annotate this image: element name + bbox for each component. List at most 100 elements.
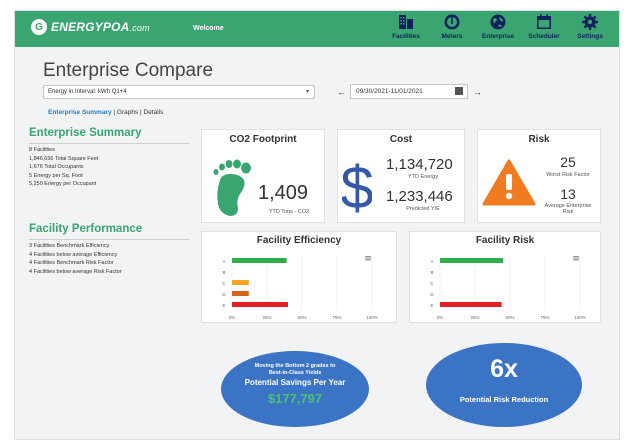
category-label: E xyxy=(222,303,225,308)
page-title: Enterprise Compare xyxy=(43,60,214,81)
globe-icon xyxy=(490,14,506,30)
summary-line: 1,846,656 Total Square Feet xyxy=(29,155,99,162)
svg-text:$: $ xyxy=(342,154,372,218)
nav-settings[interactable]: Settings xyxy=(567,13,613,40)
savings-line-1: Moving the Bottom 2 grades to xyxy=(254,363,336,369)
date-range-input[interactable]: 09/30/2021-11/01/2021 xyxy=(350,84,468,99)
category-label: D xyxy=(222,292,226,297)
tab-enterprise-summary[interactable]: Enterprise Summary xyxy=(48,109,112,116)
summary-line: 1,676 Total Occupants xyxy=(29,164,84,170)
app-frame: G ENERGYPOA.com Welcome Facilities Meter… xyxy=(14,10,620,440)
bar xyxy=(232,258,287,263)
risk-reduction-value: 6x xyxy=(490,355,518,383)
date-range-value: 09/30/2021-11/01/2021 xyxy=(356,88,423,95)
calendar-picker-icon[interactable] xyxy=(455,87,463,95)
bar xyxy=(232,291,249,296)
co2-label: YTD Tons - CO2 xyxy=(268,209,310,215)
tab-graphs[interactable]: Graphs xyxy=(117,109,138,116)
x-tick-label: 75% xyxy=(540,315,549,320)
enterprise-summary-heading: Enterprise Summary xyxy=(29,127,142,139)
dollar-icon: $ xyxy=(342,154,372,218)
x-tick-label: 0% xyxy=(437,315,444,320)
facility-risk-chart: 0% 25% 50% 75% 100% A B C D E ≡ xyxy=(430,254,585,320)
co2-card-title: CO2 Footprint xyxy=(229,134,297,145)
risk-card: Risk 25 Worst Risk Factor 13 Average Ent… xyxy=(477,129,601,223)
x-tick-label: 100% xyxy=(366,315,378,320)
nav-enterprise[interactable]: Enterprise xyxy=(475,13,521,40)
performance-stats: 3 Facilities Benchmark Efficiency 4 Faci… xyxy=(29,242,122,276)
x-tick-label: 50% xyxy=(505,315,514,320)
risk-card-title: Risk xyxy=(528,134,550,145)
nav-label: Facilities xyxy=(392,33,420,40)
performance-line: 3 Facilities Benchmark Efficiency xyxy=(29,243,110,249)
chevron-down-icon: ▾ xyxy=(305,89,309,95)
calendar-icon xyxy=(537,14,551,29)
gear-icon xyxy=(582,14,598,30)
top-bar: G ENERGYPOA.com Welcome Facilities Meter… xyxy=(15,11,619,47)
x-tick-label: 50% xyxy=(297,315,306,320)
performance-line: 4 Facilities below average Efficiency xyxy=(29,251,118,258)
logo-mark: G xyxy=(31,19,47,35)
performance-line: 4 Facilities below average Risk Factor xyxy=(29,268,122,275)
category-label: C xyxy=(222,281,226,286)
savings-line-2: Best-in-Class Yields xyxy=(268,370,322,376)
category-label: A xyxy=(430,259,433,264)
performance-line: 4 Facilities Benchmark Risk Factor xyxy=(29,260,114,266)
co2-value: 1,409 xyxy=(258,182,309,204)
nav-label: Scheduler xyxy=(528,33,560,40)
x-tick-label: 25% xyxy=(262,315,271,320)
bar xyxy=(440,258,503,263)
divider xyxy=(29,239,189,240)
summary-stats: 8 Facilities 1,846,656 Total Square Feet… xyxy=(29,146,98,189)
risk-worst-value: 25 xyxy=(560,154,576,170)
co2-footprint-card: CO2 Footprint 1,409 YTD Tons - CO2 xyxy=(201,129,325,223)
savings-title: Potential Savings Per Year xyxy=(244,378,346,387)
nav-label: Meters xyxy=(441,33,463,40)
category-label: C xyxy=(430,281,434,286)
tab-details[interactable]: Details xyxy=(144,109,164,116)
chart-menu-icon[interactable]: ≡ xyxy=(572,254,580,264)
x-tick-label: 0% xyxy=(229,315,236,320)
nav-label: Enterprise xyxy=(481,33,515,40)
risk-average-value: 13 xyxy=(560,186,576,202)
cost-ytd-label: YTD Energy xyxy=(408,174,438,180)
next-period-button[interactable]: → xyxy=(473,85,482,99)
x-tick-label: 75% xyxy=(332,315,341,320)
logo-text: ENERGYPOA.com xyxy=(51,20,150,34)
nav-facilities[interactable]: Facilities xyxy=(383,13,429,40)
savings-bubble: Moving the Bottom 2 grades to Best-in-Cl… xyxy=(221,351,369,427)
bar xyxy=(232,302,288,307)
risk-average-label: Average Enterprise Risk xyxy=(544,203,592,215)
category-label: A xyxy=(222,259,225,264)
cost-predicted-label: Predicted Y/E xyxy=(406,206,440,212)
prev-period-button[interactable]: ← xyxy=(337,85,346,99)
footprint-icon xyxy=(213,159,251,216)
cost-card-title: Cost xyxy=(389,134,413,145)
welcome-text: Welcome xyxy=(193,25,224,32)
category-label: B xyxy=(430,270,433,275)
facility-performance-heading: Facility Performance xyxy=(29,223,143,235)
cost-predicted-value: 1,233,446 xyxy=(386,188,453,205)
metric-select[interactable]: Energy in Interval: kWh Q1+4 ▾ xyxy=(43,85,315,99)
savings-value: $177,797 xyxy=(267,391,323,406)
cost-card: Cost $ 1,134,720 YTD Energy 1,233,446 Pr… xyxy=(337,129,465,223)
chart-menu-icon[interactable]: ≡ xyxy=(364,254,372,264)
cost-ytd-value: 1,134,720 xyxy=(386,156,453,173)
risk-reduction-label: Potential Risk Reduction xyxy=(459,395,549,404)
nav-label: Settings xyxy=(577,33,603,40)
nav-meters[interactable]: Meters xyxy=(429,13,475,40)
category-label: D xyxy=(430,292,434,297)
divider xyxy=(29,143,189,144)
risk-reduction-bubble: 6x Potential Risk Reduction xyxy=(426,343,582,427)
buildings-icon xyxy=(399,15,413,29)
facility-efficiency-chart: 0% 25% 50% 75% 100% A B C D E ≡ xyxy=(222,254,378,320)
summary-line: 5 Energy per Sq. Foot xyxy=(29,172,83,179)
x-tick-label: 25% xyxy=(470,315,479,320)
category-label: B xyxy=(222,270,225,275)
risk-worst-label: Worst Risk Factor xyxy=(546,172,590,178)
warning-icon xyxy=(482,159,536,206)
facility-risk-card: Facility Risk 0% 25% 50% 75% 100% A B C D E ≡ xyxy=(409,231,601,323)
nav-scheduler[interactable]: Scheduler xyxy=(521,13,567,40)
logo[interactable]: G ENERGYPOA.com xyxy=(31,19,150,35)
gauge-icon xyxy=(444,14,460,30)
